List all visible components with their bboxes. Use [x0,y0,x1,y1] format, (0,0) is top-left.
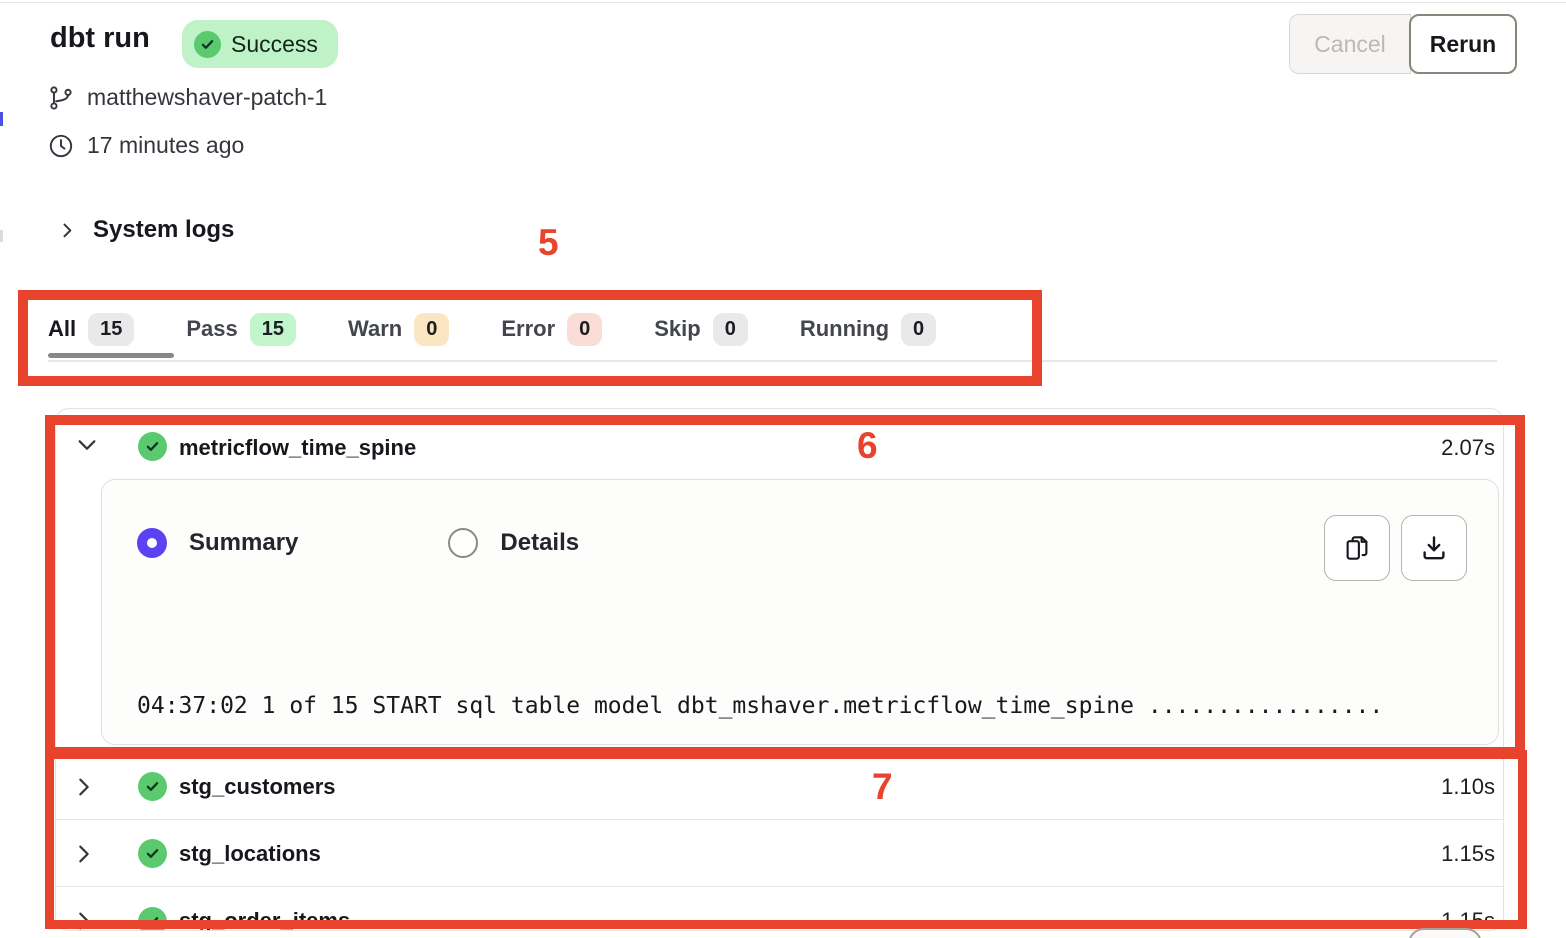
active-tab-underline [48,353,174,358]
pass-check-icon [138,839,167,868]
tab-skip-count: 0 [713,313,748,346]
result-row-stg-order-items[interactable]: stg_order_items 1.15s [56,888,1503,931]
tab-error[interactable]: Error 0 [501,313,602,346]
log-view-switch: Summary Details [137,528,579,558]
partial-bottom-button[interactable] [1408,928,1482,938]
tab-warn[interactable]: Warn 0 [348,313,449,346]
results-card: metricflow_time_spine 2.07s Summary Deta… [55,408,1504,931]
tab-pass-count: 15 [250,313,296,346]
rerun-button[interactable]: Rerun [1409,14,1517,74]
tabbar-divider [48,360,1497,362]
run-actions: Cancel Rerun [1289,14,1517,74]
model-name: stg_locations [179,841,321,867]
tab-warn-count: 0 [414,313,449,346]
model-duration: 1.10s [1441,774,1503,800]
chevron-down-icon[interactable] [76,437,98,453]
left-edge-cursor-artifact [0,112,3,126]
log-line: 04:37:02 1 of 15 START sql table model d… [137,690,1477,722]
model-name: stg_customers [179,774,336,800]
download-logs-button[interactable] [1401,515,1467,581]
time-row: 17 minutes ago [48,132,244,159]
result-row-stg-locations[interactable]: stg_locations 1.15s [56,821,1503,887]
tab-all-count: 15 [88,313,134,346]
success-check-icon [194,31,221,58]
summary-radio[interactable]: Summary [137,528,298,558]
chevron-right-icon[interactable] [76,776,100,798]
pass-check-icon [138,772,167,801]
tab-skip[interactable]: Skip 0 [654,313,748,346]
pass-check-icon [138,432,167,461]
result-row-expanded[interactable]: metricflow_time_spine 2.07s [56,409,1503,471]
copy-logs-button[interactable] [1324,515,1390,581]
copy-icon [1342,533,1372,563]
system-logs-toggle[interactable]: System logs [57,216,234,244]
status-badge: Success [182,20,338,68]
top-divider [0,2,1566,3]
log-panel: Summary Details [101,479,1499,745]
annotation-number-5: 5 [538,222,559,264]
clock-icon [48,133,74,159]
run-time-ago: 17 minutes ago [87,132,244,159]
tab-running-count: 0 [901,313,936,346]
model-name: metricflow_time_spine [179,435,416,461]
dbt-run-page: dbt run Success matthewshaver-patch-1 17… [0,0,1566,938]
branch-name: matthewshaver-patch-1 [87,84,327,111]
cancel-button[interactable]: Cancel [1289,14,1411,74]
radio-selected-icon[interactable] [137,528,167,558]
tab-pass[interactable]: Pass 15 [186,313,296,346]
model-duration: 2.07s [1441,435,1495,461]
tab-error-count: 0 [567,313,602,346]
status-badge-label: Success [231,31,318,58]
pass-check-icon [138,907,167,932]
chevron-right-icon[interactable] [76,910,100,931]
model-name: stg_order_items [179,908,350,931]
chevron-right-icon [57,217,77,243]
page-title: dbt run [50,22,150,55]
annotation-number-6: 6 [857,425,878,467]
system-logs-label: System logs [93,216,234,244]
git-branch-icon [48,85,74,111]
tab-running[interactable]: Running 0 [800,313,936,346]
left-edge-artifact [0,230,3,242]
download-icon [1419,533,1449,563]
result-row-stg-customers[interactable]: stg_customers 1.10s [56,754,1503,820]
model-duration: 1.15s [1441,841,1503,867]
radio-unselected-icon[interactable] [448,528,478,558]
annotation-number-7: 7 [872,766,893,808]
status-tabs: All 15 Pass 15 Warn 0 Error 0 Skip 0 Run… [48,306,936,352]
chevron-right-icon[interactable] [76,843,100,865]
branch-row: matthewshaver-patch-1 [48,84,327,111]
details-radio[interactable]: Details [448,528,579,558]
tab-all[interactable]: All 15 [48,313,134,346]
